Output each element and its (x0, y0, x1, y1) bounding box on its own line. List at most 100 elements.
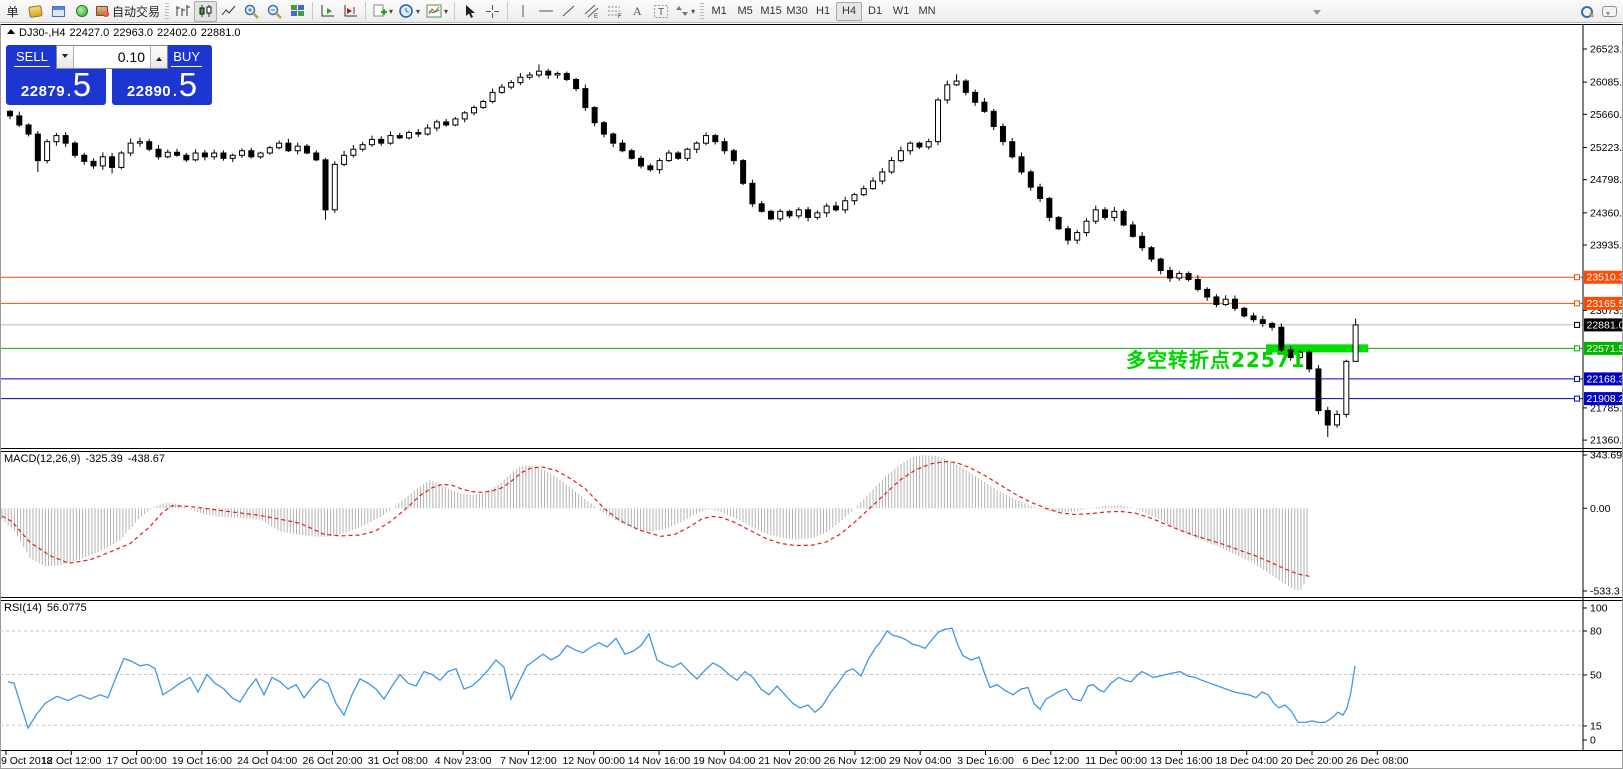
timeframe-m1[interactable]: M1 (706, 2, 732, 21)
sell-price-dot: . (66, 79, 72, 101)
toolbar-separator (365, 2, 367, 20)
search-button[interactable] (1575, 1, 1598, 22)
toolbar-separator (454, 2, 456, 20)
timeframe-w1[interactable]: W1 (888, 2, 914, 21)
time-tick-label: 20 Dec 20:00 (1281, 755, 1344, 767)
fibonacci-icon: F (607, 6, 622, 19)
time-tick-label: 13 Dec 16:00 (1150, 755, 1213, 767)
rsi-axis-label: 0 (1590, 735, 1596, 747)
line-end-marker[interactable] (1574, 274, 1580, 281)
rsi-name: RSI(14) (4, 602, 42, 614)
triangle-down-icon (62, 53, 68, 61)
sell-price: 22879. 5 (6, 66, 106, 103)
one-click-trading-panel: SELL 22879. 5 BUY 22890. 5 0.10 (6, 45, 212, 105)
time-tick-label: 21 Nov 20:00 (758, 755, 821, 767)
clock-icon (399, 3, 413, 18)
bar-chart-icon (176, 5, 190, 16)
buy-price-int: 22890 (126, 83, 172, 100)
new-chart-button[interactable]: ▾ (369, 1, 396, 22)
fibonacci-button[interactable]: F (603, 1, 626, 22)
ohlc-open: 22427.0 (69, 27, 110, 39)
auto-scroll-button[interactable] (316, 1, 339, 22)
time-tick-label: 26 Dec 08:00 (1346, 755, 1409, 767)
buy-price-frac: 5 (178, 66, 198, 103)
macd-axis-label: -533.3 (1590, 585, 1620, 597)
buy-price-dot: . (172, 79, 178, 101)
time-tick-label: 24 Oct 04:00 (237, 755, 297, 767)
chart-shift-icon (344, 5, 357, 17)
toolbar-grip (700, 3, 705, 19)
timeframe-h1[interactable]: H1 (810, 2, 836, 21)
time-tick-label: 4 Nov 23:00 (435, 755, 492, 767)
volume-decrease-button[interactable] (57, 46, 74, 68)
vertical-line-button[interactable] (511, 1, 534, 22)
candlestick-chart-icon (199, 5, 212, 17)
tile-windows-button[interactable] (286, 1, 309, 22)
new-order-button[interactable]: 单 (1, 1, 24, 22)
volume-value[interactable]: 0.10 (74, 46, 150, 68)
horizontal-line-icon (538, 10, 553, 12)
collapse-icon[interactable] (7, 25, 15, 34)
time-tick-label: 7 Nov 12:00 (500, 755, 557, 767)
line-chart-button[interactable] (217, 1, 240, 22)
chart-shift-button[interactable] (339, 1, 362, 22)
pivot-annotation[interactable]: 多空转折点22571 (1126, 344, 1306, 373)
candlestick-chart-button[interactable] (194, 0, 218, 22)
price-tick-label: 21360.5 (1590, 435, 1623, 447)
sell-price-frac: 5 (72, 66, 92, 103)
timeframe-m15[interactable]: M15 (758, 2, 784, 21)
toolbar: 单 自动交易 ▾ ▾ ▾ E F A T ▾ M1 M5 M15 M30 H1 … (0, 0, 1623, 23)
price-badge-label: 22168.3 (1587, 373, 1623, 385)
toolbar-overflow-icon[interactable] (1313, 10, 1321, 36)
volume-increase-button[interactable] (150, 46, 167, 68)
time-tick-label: 19 Nov 04:00 (693, 755, 756, 767)
text-label-button[interactable]: T (649, 1, 672, 22)
price-tick-label: 26523.0 (1590, 44, 1623, 56)
equidistant-channel-button[interactable]: E (580, 1, 603, 22)
timeframe-mn[interactable]: MN (914, 2, 940, 21)
chat-button[interactable] (1598, 1, 1621, 22)
chart-canvas[interactable]: 26523.0 26085.5 25660.5 25223.0 24798.0 24360… (0, 24, 1623, 769)
autotrading-button[interactable]: 自动交易 (93, 1, 163, 22)
toolbar-grip (165, 3, 170, 19)
zoom-in-button[interactable] (240, 1, 263, 22)
timeframe-m30[interactable]: M30 (784, 2, 810, 21)
text-icon: A (633, 4, 642, 18)
market-watch-button[interactable] (47, 1, 70, 22)
line-end-marker[interactable] (1574, 375, 1580, 382)
ohlc-high: 22963.0 (113, 27, 153, 39)
text-button[interactable]: A (626, 1, 649, 22)
signals-button[interactable] (70, 1, 93, 22)
chart-profiles-button[interactable]: ▾ (396, 1, 423, 22)
price-tick-label: 24360.5 (1590, 207, 1623, 219)
zoom-out-button[interactable] (263, 1, 286, 22)
order-book-button[interactable] (24, 1, 47, 22)
svg-text:T: T (658, 7, 664, 18)
line-chart-icon (221, 5, 235, 16)
bar-chart-button[interactable] (171, 1, 194, 22)
crosshair-icon (486, 4, 500, 18)
line-end-marker[interactable] (1574, 300, 1580, 307)
time-tick-label: 26 Oct 20:00 (302, 755, 362, 767)
indicators-button[interactable]: ▾ (423, 1, 451, 22)
price-badge-label: 21908.2 (1587, 393, 1623, 405)
chart-title: DJ30-,H4 22427.0 22963.0 22402.0 22881.0 (7, 27, 245, 39)
crosshair-button[interactable] (481, 1, 504, 22)
time-tick-label: 19 Oct 16:00 (172, 755, 232, 767)
horizontal-line-button[interactable] (534, 1, 557, 22)
timeframe-d1[interactable]: D1 (862, 2, 888, 21)
line-end-marker[interactable] (1574, 321, 1580, 328)
triangle-up-icon (156, 54, 162, 61)
rsi-axis-label: 15 (1590, 721, 1602, 733)
line-end-marker[interactable] (1574, 345, 1580, 352)
timeframe-m5[interactable]: M5 (732, 2, 758, 21)
rsi-axis-label: 100 (1590, 603, 1608, 615)
cursor-button[interactable] (458, 1, 481, 22)
line-end-marker[interactable] (1574, 395, 1580, 402)
sell-price-int: 22879 (20, 83, 66, 100)
timeframe-h4[interactable]: H4 (836, 1, 863, 21)
time-tick-label: 3 Dec 16:00 (957, 755, 1014, 767)
price-badge-label: 22571.5 (1587, 343, 1623, 355)
arrows-button[interactable]: ▾ (672, 1, 698, 22)
trendline-button[interactable] (557, 1, 580, 22)
